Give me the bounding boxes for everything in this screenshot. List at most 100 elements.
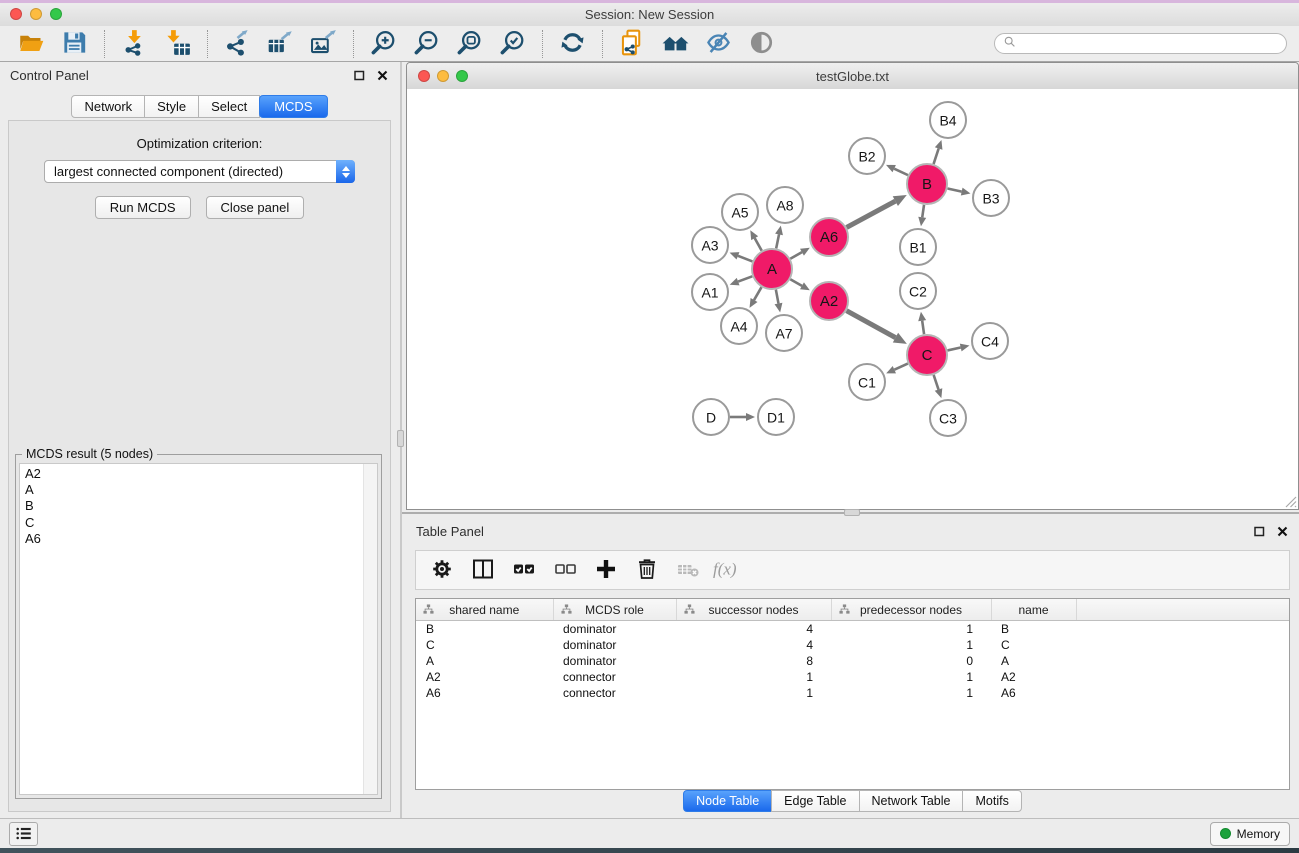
graph-node-B2[interactable]: B2 bbox=[849, 138, 885, 174]
close-window-button[interactable] bbox=[10, 8, 22, 20]
graph-edge-C-C1[interactable] bbox=[886, 364, 908, 374]
column-header-successor-nodes[interactable]: successor nodes bbox=[676, 599, 831, 621]
graph-node-D1[interactable]: D1 bbox=[758, 399, 794, 435]
close-panel-button[interactable]: Close panel bbox=[206, 196, 305, 219]
cell-predecessor-nodes[interactable]: 1 bbox=[831, 621, 991, 638]
scrollbar-track[interactable] bbox=[363, 464, 377, 794]
graph-node-B[interactable]: B bbox=[907, 164, 947, 204]
graph-node-A7[interactable]: A7 bbox=[766, 315, 802, 351]
birds-eye-view-button[interactable] bbox=[745, 28, 778, 59]
tab-style[interactable]: Style bbox=[144, 95, 199, 118]
cell-mcds-role[interactable]: connector bbox=[553, 669, 676, 685]
graph-node-A5[interactable]: A5 bbox=[722, 194, 758, 230]
cell-shared-name[interactable]: C bbox=[416, 637, 553, 653]
zoom-selected-button[interactable] bbox=[496, 28, 529, 59]
cell-mcds-role[interactable]: dominator bbox=[553, 653, 676, 669]
mcds-result-item[interactable]: A6 bbox=[25, 531, 372, 547]
graph-edge-A-A3[interactable] bbox=[730, 252, 753, 261]
table-row[interactable]: A2connector11A2 bbox=[416, 669, 1289, 685]
graph-edge-A2-C[interactable] bbox=[847, 311, 907, 344]
cell-mcds-role[interactable]: connector bbox=[553, 685, 676, 701]
network-graph[interactable]: B4B2BB3A8A5A6A3B1AA1C2A2A4A7C4CC1C3DD1 bbox=[407, 89, 1298, 509]
zoom-in-button[interactable] bbox=[367, 28, 400, 59]
cell-predecessor-nodes[interactable]: 1 bbox=[831, 637, 991, 653]
graph-edge-A-A1[interactable] bbox=[730, 276, 753, 285]
network-minimize-button[interactable] bbox=[437, 70, 449, 82]
graph-edge-D-D1[interactable] bbox=[730, 413, 755, 421]
vertical-split-handle[interactable] bbox=[397, 430, 404, 447]
float-panel-icon[interactable] bbox=[353, 69, 366, 82]
new-network-from-file-button[interactable] bbox=[616, 28, 649, 59]
horizontal-split-handle[interactable] bbox=[844, 509, 860, 516]
float-table-panel-icon[interactable] bbox=[1253, 525, 1266, 538]
graph-edge-C-C4[interactable] bbox=[947, 344, 969, 352]
column-header-mcds-role[interactable]: MCDS role bbox=[553, 599, 676, 621]
cell-predecessor-nodes[interactable]: 1 bbox=[831, 685, 991, 701]
cell-mcds-role[interactable]: dominator bbox=[553, 637, 676, 653]
cell-name[interactable]: C bbox=[991, 637, 1076, 653]
cell-shared-name[interactable]: B bbox=[416, 621, 553, 638]
graph-edge-A-A6[interactable] bbox=[790, 248, 810, 259]
export-table-button[interactable] bbox=[264, 28, 297, 59]
graph-edge-A-A8[interactable] bbox=[775, 226, 783, 249]
cell-successor-nodes[interactable]: 4 bbox=[676, 637, 831, 653]
export-network-button[interactable] bbox=[221, 28, 254, 59]
graph-node-C4[interactable]: C4 bbox=[972, 323, 1008, 359]
graph-node-A2[interactable]: A2 bbox=[810, 282, 848, 320]
titlebar[interactable]: Session: New Session bbox=[0, 3, 1299, 27]
cell-name[interactable]: A6 bbox=[991, 685, 1076, 701]
memory-button[interactable]: Memory bbox=[1210, 822, 1290, 846]
graph-node-B1[interactable]: B1 bbox=[900, 229, 936, 265]
cell-mcds-role[interactable]: dominator bbox=[553, 621, 676, 638]
cell-name[interactable]: B bbox=[991, 621, 1076, 638]
tab-node-table[interactable]: Node Table bbox=[683, 790, 772, 812]
cell-name[interactable]: A2 bbox=[991, 669, 1076, 685]
task-history-button[interactable] bbox=[9, 822, 38, 846]
table-row[interactable]: Cdominator41C bbox=[416, 637, 1289, 653]
cell-successor-nodes[interactable]: 1 bbox=[676, 669, 831, 685]
table-row[interactable]: Adominator80A bbox=[416, 653, 1289, 669]
import-network-button[interactable] bbox=[118, 28, 151, 59]
optimization-criterion-select[interactable]: largest connected component (directed) bbox=[44, 160, 355, 183]
graph-edge-A-A5[interactable] bbox=[750, 230, 761, 250]
fullscreen-window-button[interactable] bbox=[50, 8, 62, 20]
cell-successor-nodes[interactable]: 4 bbox=[676, 621, 831, 638]
tab-motifs[interactable]: Motifs bbox=[962, 790, 1021, 812]
apply-layout-button[interactable] bbox=[556, 28, 589, 59]
graph-edge-C-C2[interactable] bbox=[918, 312, 926, 334]
zoom-out-button[interactable] bbox=[410, 28, 443, 59]
graph-node-C[interactable]: C bbox=[907, 335, 947, 375]
tab-edge-table[interactable]: Edge Table bbox=[771, 790, 859, 812]
cell-predecessor-nodes[interactable]: 0 bbox=[831, 653, 991, 669]
save-session-button[interactable] bbox=[58, 28, 91, 59]
graph-edge-B-B2[interactable] bbox=[886, 165, 908, 175]
column-header-name[interactable]: name bbox=[991, 599, 1076, 621]
graph-node-A6[interactable]: A6 bbox=[810, 218, 848, 256]
zoom-fit-button[interactable] bbox=[453, 28, 486, 59]
select-all-columns-button[interactable] bbox=[507, 554, 541, 586]
run-mcds-button[interactable]: Run MCDS bbox=[95, 196, 191, 219]
tab-select[interactable]: Select bbox=[198, 95, 260, 118]
minimize-window-button[interactable] bbox=[30, 8, 42, 20]
table-row[interactable]: Bdominator41B bbox=[416, 621, 1289, 638]
graph-node-A[interactable]: A bbox=[752, 249, 792, 289]
tab-network-table[interactable]: Network Table bbox=[859, 790, 964, 812]
close-panel-icon[interactable] bbox=[376, 69, 389, 82]
graph-node-C1[interactable]: C1 bbox=[849, 364, 885, 400]
column-header-predecessor-nodes[interactable]: predecessor nodes bbox=[831, 599, 991, 621]
table-row[interactable]: A6connector11A6 bbox=[416, 685, 1289, 701]
graph-node-B4[interactable]: B4 bbox=[930, 102, 966, 138]
graph-edge-C-C3[interactable] bbox=[934, 375, 943, 398]
graph-edge-B-B1[interactable] bbox=[918, 205, 926, 226]
mcds-result-item[interactable]: A2 bbox=[25, 466, 372, 482]
graph-edge-B-B3[interactable] bbox=[948, 188, 971, 196]
graph-node-C3[interactable]: C3 bbox=[930, 400, 966, 436]
mcds-result-item[interactable]: B bbox=[25, 498, 372, 514]
graph-node-A4[interactable]: A4 bbox=[721, 308, 757, 344]
cell-shared-name[interactable]: A2 bbox=[416, 669, 553, 685]
delete-columns-button[interactable] bbox=[630, 554, 664, 586]
graph-node-C2[interactable]: C2 bbox=[900, 273, 936, 309]
graph-node-A3[interactable]: A3 bbox=[692, 227, 728, 263]
cell-predecessor-nodes[interactable]: 1 bbox=[831, 669, 991, 685]
cell-successor-nodes[interactable]: 1 bbox=[676, 685, 831, 701]
